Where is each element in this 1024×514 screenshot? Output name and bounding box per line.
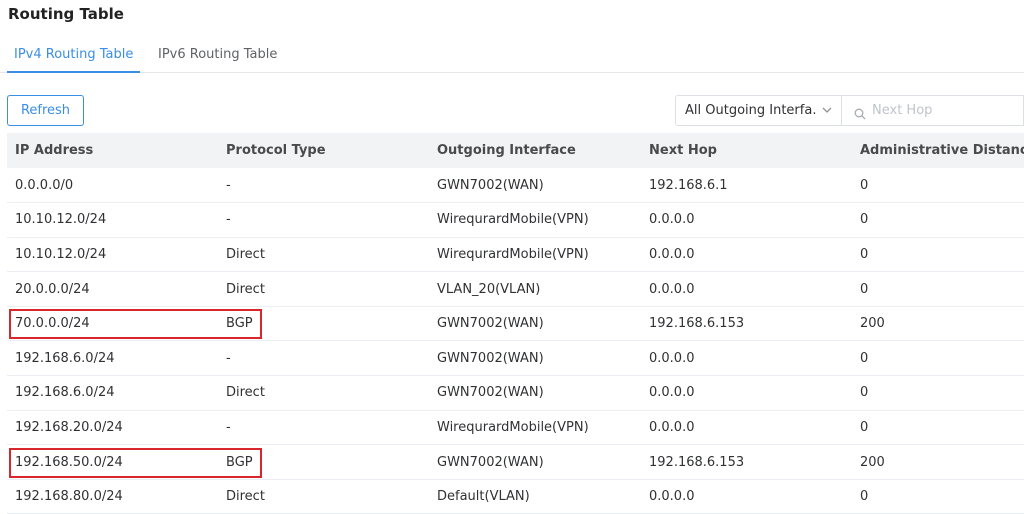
cell-next-hop: 0.0.0.0	[641, 237, 852, 273]
table-header-row: IP Address Protocol Type Outgoing Interf…	[7, 133, 1024, 168]
cell-protocol-type: -	[218, 410, 429, 446]
cell-next-hop: 192.168.6.1	[641, 168, 852, 204]
table-row: 192.168.6.0/24 - GWN7002(WAN) 0.0.0.0 0	[7, 340, 1024, 377]
routing-table: IP Address Protocol Type Outgoing Interf…	[7, 133, 1024, 514]
cell-next-hop: 0.0.0.0	[641, 202, 852, 238]
table-row: 192.168.20.0/24 - WirequrardMobile(VPN) …	[7, 410, 1024, 446]
cell-administrative-distance: 0	[852, 375, 1024, 411]
cell-protocol-type: Direct	[218, 271, 429, 307]
cell-ip-address: 20.0.0.0/24	[7, 271, 218, 307]
cell-administrative-distance: 0	[852, 410, 1024, 446]
tab-ipv6-routing-table[interactable]: IPv6 Routing Table	[158, 37, 277, 73]
cell-protocol-type: Direct	[218, 479, 429, 514]
column-header-protocol-type[interactable]: Protocol Type	[218, 133, 429, 168]
cell-outgoing-interface: WirequrardMobile(VPN)	[429, 410, 641, 446]
table-row: 192.168.50.0/24 BGP GWN7002(WAN) 192.168…	[7, 444, 1024, 480]
cell-next-hop: 0.0.0.0	[641, 479, 852, 514]
cell-administrative-distance: 0	[852, 237, 1024, 273]
cell-protocol-type: BGP	[218, 444, 429, 480]
outgoing-interface-select[interactable]: All Outgoing Interfa...	[675, 95, 842, 126]
column-header-outgoing-interface[interactable]: Outgoing Interface	[429, 133, 641, 168]
cell-outgoing-interface: GWN7002(WAN)	[429, 444, 641, 480]
page-title: Routing Table	[8, 5, 124, 23]
cell-ip-address: 192.168.6.0/24	[7, 340, 218, 377]
cell-ip-address: 192.168.50.0/24	[7, 444, 218, 480]
cell-outgoing-interface: GWN7002(WAN)	[429, 306, 641, 342]
next-hop-search	[842, 95, 1024, 126]
cell-ip-address: 192.168.20.0/24	[7, 410, 218, 446]
column-header-administrative-distance[interactable]: Administrative Distance	[852, 133, 1024, 168]
search-icon	[854, 105, 866, 120]
cell-next-hop: 0.0.0.0	[641, 271, 852, 307]
table-row: 0.0.0.0/0 - GWN7002(WAN) 192.168.6.1 0	[7, 168, 1024, 204]
cell-outgoing-interface: GWN7002(WAN)	[429, 168, 641, 204]
cell-administrative-distance: 0	[852, 479, 1024, 514]
cell-protocol-type: BGP	[218, 306, 429, 342]
cell-administrative-distance: 0	[852, 271, 1024, 307]
cell-protocol-type: Direct	[218, 375, 429, 411]
cell-next-hop: 0.0.0.0	[641, 410, 852, 446]
routing-table-tabs: IPv4 Routing Table IPv6 Routing Table	[0, 37, 1024, 73]
cell-next-hop: 0.0.0.0	[641, 340, 852, 377]
cell-next-hop: 192.168.6.153	[641, 444, 852, 480]
cell-ip-address: 10.10.12.0/24	[7, 237, 218, 273]
tab-ipv4-routing-table[interactable]: IPv4 Routing Table	[7, 37, 141, 73]
cell-protocol-type: -	[218, 340, 429, 377]
column-header-next-hop[interactable]: Next Hop	[641, 133, 852, 168]
table-row: 192.168.80.0/24 Direct Default(VLAN) 0.0…	[7, 479, 1024, 514]
cell-outgoing-interface: GWN7002(WAN)	[429, 340, 641, 377]
column-header-ip-address[interactable]: IP Address	[7, 133, 218, 168]
table-row: 192.168.6.0/24 Direct GWN7002(WAN) 0.0.0…	[7, 375, 1024, 411]
cell-administrative-distance: 0	[852, 340, 1024, 377]
cell-protocol-type: -	[218, 168, 429, 204]
cell-ip-address: 10.10.12.0/24	[7, 202, 218, 238]
cell-administrative-distance: 0	[852, 168, 1024, 204]
cell-administrative-distance: 200	[852, 306, 1024, 342]
table-row: 20.0.0.0/24 Direct VLAN_20(VLAN) 0.0.0.0…	[7, 271, 1024, 307]
cell-ip-address: 0.0.0.0/0	[7, 168, 218, 204]
cell-administrative-distance: 200	[852, 444, 1024, 480]
table-row: 10.10.12.0/24 - WirequrardMobile(VPN) 0.…	[7, 202, 1024, 238]
cell-administrative-distance: 0	[852, 202, 1024, 238]
next-hop-search-input[interactable]	[872, 96, 1022, 125]
chevron-down-icon	[821, 96, 833, 125]
cell-outgoing-interface: Default(VLAN)	[429, 479, 641, 514]
cell-ip-address: 192.168.80.0/24	[7, 479, 218, 514]
cell-protocol-type: -	[218, 202, 429, 238]
cell-ip-address: 192.168.6.0/24	[7, 375, 218, 411]
cell-next-hop: 0.0.0.0	[641, 375, 852, 411]
table-row: 10.10.12.0/24 Direct WirequrardMobile(VP…	[7, 237, 1024, 273]
cell-outgoing-interface: VLAN_20(VLAN)	[429, 271, 641, 307]
cell-ip-address: 70.0.0.0/24	[7, 306, 218, 342]
table-row: 70.0.0.0/24 BGP GWN7002(WAN) 192.168.6.1…	[7, 306, 1024, 342]
cell-outgoing-interface: GWN7002(WAN)	[429, 375, 641, 411]
cell-outgoing-interface: WirequrardMobile(VPN)	[429, 237, 641, 273]
cell-next-hop: 192.168.6.153	[641, 306, 852, 342]
refresh-button[interactable]: Refresh	[7, 95, 84, 126]
cell-outgoing-interface: WirequrardMobile(VPN)	[429, 202, 641, 238]
outgoing-interface-select-value: All Outgoing Interfa...	[685, 103, 817, 118]
cell-protocol-type: Direct	[218, 237, 429, 273]
